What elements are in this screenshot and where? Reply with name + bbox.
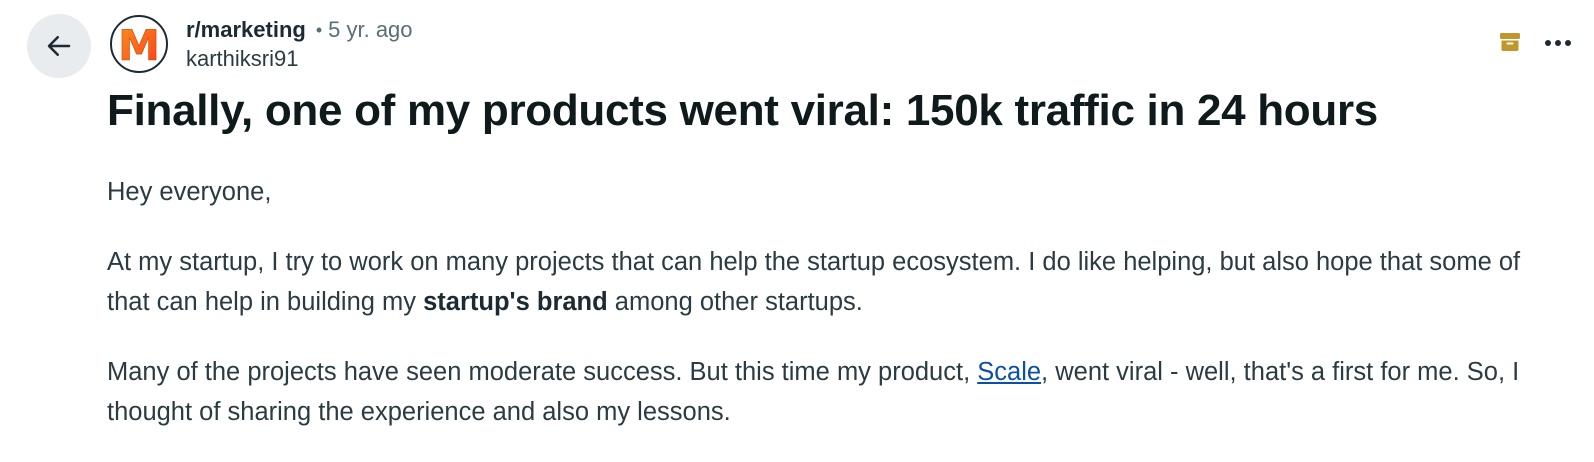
paragraph-text: Many of the projects have seen moderate … [107,358,978,386]
scale-link[interactable]: Scale [977,358,1041,386]
subreddit-avatar[interactable]: M [110,15,168,73]
more-options-button[interactable] [1544,36,1572,54]
subreddit-logo-icon: M [118,21,160,68]
bold-text: startup's brand [423,288,608,316]
more-options-icon [1545,39,1571,46]
avatar-letter: M [118,21,160,68]
post-title: Finally, one of my products went viral: … [107,86,1378,135]
post-meta: r/marketing • 5 yr. ago [186,14,413,46]
arrow-left-icon [47,36,71,56]
paragraph-text: among other startups. [607,288,863,316]
post-paragraph-2: At my startup, I try to work on many pro… [107,242,1557,322]
post-paragraph-3: Many of the projects have seen moderate … [107,352,1557,432]
post-age: 5 yr. ago [328,17,413,42]
back-button[interactable] [27,14,91,78]
subreddit-link[interactable]: r/marketing [186,17,306,43]
meta-separator: • [315,19,323,40]
archived-badge[interactable] [1498,30,1522,59]
author-link[interactable]: karthiksri91 [186,46,298,72]
post-body: Hey everyone, At my startup, I try to wo… [107,172,1557,462]
archive-box-icon [1500,33,1520,51]
post-paragraph-1: Hey everyone, [107,178,272,206]
post-actions [1498,30,1572,59]
